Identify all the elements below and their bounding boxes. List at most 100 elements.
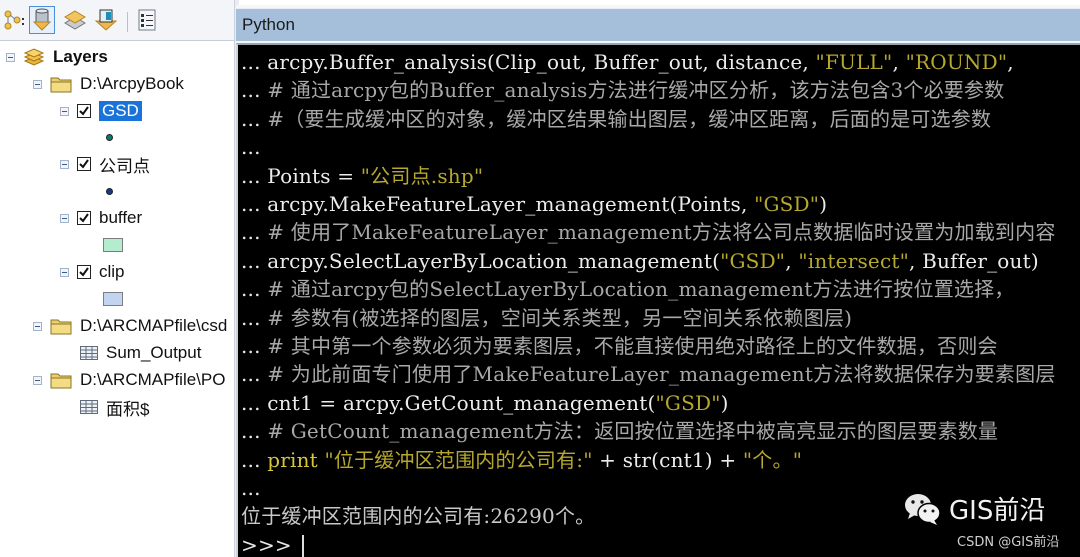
table-label: 面积$ (106, 399, 150, 419)
point-symbol-icon[interactable] (106, 134, 113, 141)
console-line: ... arcpy.SelectLayerByLocation_manageme… (241, 247, 1039, 275)
python-console[interactable]: ... arcpy.Buffer_analysis(Clip_out, Buff… (236, 43, 1080, 557)
console-code: , (892, 50, 906, 74)
console-prompt: ... (241, 277, 268, 302)
python-window: Python ... arcpy.Buffer_analysis(Clip_ou… (236, 5, 1080, 557)
console-code: cnt1 = arcpy.GetCount_management( (267, 390, 656, 415)
console-string: "intersect" (798, 248, 909, 273)
checkmark-icon (79, 267, 89, 277)
console-keyword: print (267, 447, 325, 472)
collapse-toggle[interactable] (60, 267, 69, 277)
console-comment: # 使用了MakeFeatureLayer_management方法将公司点数据… (267, 220, 1056, 245)
collapse-toggle[interactable] (60, 106, 69, 116)
list-by-drawing-order-button[interactable] (2, 6, 28, 34)
layer-item-clip[interactable]: clip (60, 260, 125, 284)
layer-label: clip (99, 262, 125, 281)
console-prompt: ... (241, 390, 268, 415)
toc-toolbar (0, 0, 234, 41)
console-comment: # GetCount_management方法：返回按位置选择中被高亮显示的图层… (267, 419, 999, 444)
layer-visibility-checkbox[interactable] (77, 211, 91, 225)
layers-stack-icon (23, 48, 45, 66)
console-line: ... arcpy.Buffer_analysis(Clip_out, Buff… (241, 48, 1014, 76)
table-icon (80, 346, 98, 360)
console-comment: # 参数有(被选择的图层，空间关系类型，另一空间关系依赖图层) (267, 305, 853, 330)
options-button[interactable] (134, 6, 160, 34)
console-output: 位于缓冲区范围内的公司有:26290个。 (241, 504, 596, 529)
folder-icon (50, 319, 72, 335)
table-item-area[interactable]: 面积$ (80, 395, 149, 419)
list-by-selection-button[interactable] (93, 6, 119, 34)
polygon-symbol-icon[interactable] (103, 292, 123, 306)
console-code: arcpy.SelectLayerByLocation_management( (267, 248, 721, 273)
list-by-visibility-button[interactable] (62, 6, 88, 34)
source-label: D:\ARCMAPfile\PO (80, 370, 226, 389)
list-by-source-button[interactable] (29, 6, 55, 34)
tree-source-arcpybook[interactable]: D:\ArcpyBook (33, 72, 184, 96)
console-prompt: ... (241, 135, 261, 160)
checkmark-icon (79, 106, 89, 116)
console-prompt: ... (241, 78, 268, 103)
layers-tree-icon (4, 10, 24, 30)
console-line: ... # 其中第一个参数必须为要素图层，不能直接使用绝对路径上的文件数据，否则… (241, 332, 998, 360)
console-prompt: ... (241, 334, 268, 358)
toolbar-separator (127, 12, 128, 32)
layer-visibility-checkbox[interactable] (77, 157, 91, 171)
options-list-icon (138, 9, 156, 31)
console-line: ... # 使用了MakeFeatureLayer_management方法将公… (241, 218, 1056, 246)
collapse-toggle[interactable] (33, 321, 42, 331)
collapse-toggle[interactable] (60, 159, 69, 169)
console-code: ) (819, 192, 828, 216)
console-code: , Buffer_out) (909, 248, 1039, 273)
console-string: "FULL" (815, 50, 893, 74)
wechat-watermark: GIS前沿 (903, 490, 1045, 527)
table-item-sum-output[interactable]: Sum_Output (80, 341, 201, 365)
console-comment: # 为此前面专门使用了MakeFeatureLayer_management方法… (267, 362, 1056, 387)
layer-label: GSD (99, 101, 142, 121)
console-prompt: ... (241, 362, 268, 387)
console-prompt: ... (241, 476, 261, 500)
polygon-symbol-icon[interactable] (103, 238, 123, 252)
wechat-icon (905, 493, 941, 525)
layer-visibility-checkbox[interactable] (77, 265, 91, 279)
collapse-toggle[interactable] (6, 52, 15, 62)
layer-label: 公司点 (99, 156, 150, 176)
collapse-toggle[interactable] (60, 213, 69, 223)
tree-source-arcmapfile-csd[interactable]: D:\ARCMAPfile\csd (33, 314, 227, 338)
console-code: arcpy.Buffer_analysis(Clip_out, Buffer_o… (267, 50, 816, 74)
layer-item-company-points[interactable]: 公司点 (60, 152, 150, 176)
console-line: ... (241, 474, 261, 502)
console-code: , (785, 248, 799, 273)
python-window-title: Python (236, 8, 1080, 41)
table-label: Sum_Output (106, 343, 202, 362)
console-line: ... print "位于缓冲区范围内的公司有:" + str(cnt1) + … (241, 446, 802, 474)
console-prompt: ... (241, 106, 268, 131)
console-string: "位于缓冲区范围内的公司有:" (324, 447, 593, 472)
console-line: ... arcpy.MakeFeatureLayer_management(Po… (241, 190, 827, 218)
tree-root-layers[interactable]: Layers (6, 45, 108, 69)
layer-item-buffer[interactable]: buffer (60, 206, 142, 230)
folder-icon (50, 77, 72, 93)
layer-visibility-checkbox[interactable] (77, 104, 91, 118)
console-line: ... # 通过arcpy包的SelectLayerByLocation_man… (241, 275, 1015, 303)
console-comment: # 通过arcpy包的SelectLayerByLocation_managem… (267, 277, 1015, 302)
console-comment: # 其中第一个参数必须为要素图层，不能直接使用绝对路径上的文件数据，否则会 (267, 334, 998, 358)
layer-label: buffer (99, 208, 143, 227)
table-icon (80, 400, 98, 414)
console-prompt: ... (241, 447, 268, 472)
console-string: "个。" (742, 447, 803, 472)
console-line: ... # GetCount_management方法：返回按位置选择中被高亮显… (241, 417, 998, 445)
tree-root-label: Layers (53, 47, 108, 66)
collapse-toggle[interactable] (33, 79, 42, 89)
console-prompt: ... (241, 248, 268, 273)
wechat-watermark-text: GIS前沿 (949, 496, 1046, 526)
point-symbol-icon[interactable] (106, 188, 113, 195)
checkmark-icon (79, 159, 89, 169)
collapse-toggle[interactable] (33, 375, 42, 385)
tree-source-arcmapfile-po[interactable]: D:\ARCMAPfile\PO (33, 368, 225, 392)
checkmark-icon (79, 213, 89, 223)
text-cursor (302, 535, 305, 557)
console-prompt: ... (241, 163, 268, 188)
console-string: "ROUND" (905, 50, 1008, 74)
csdn-watermark: CSDN @GIS前沿 (957, 535, 1060, 550)
layer-item-gsd[interactable]: GSD (60, 99, 142, 123)
